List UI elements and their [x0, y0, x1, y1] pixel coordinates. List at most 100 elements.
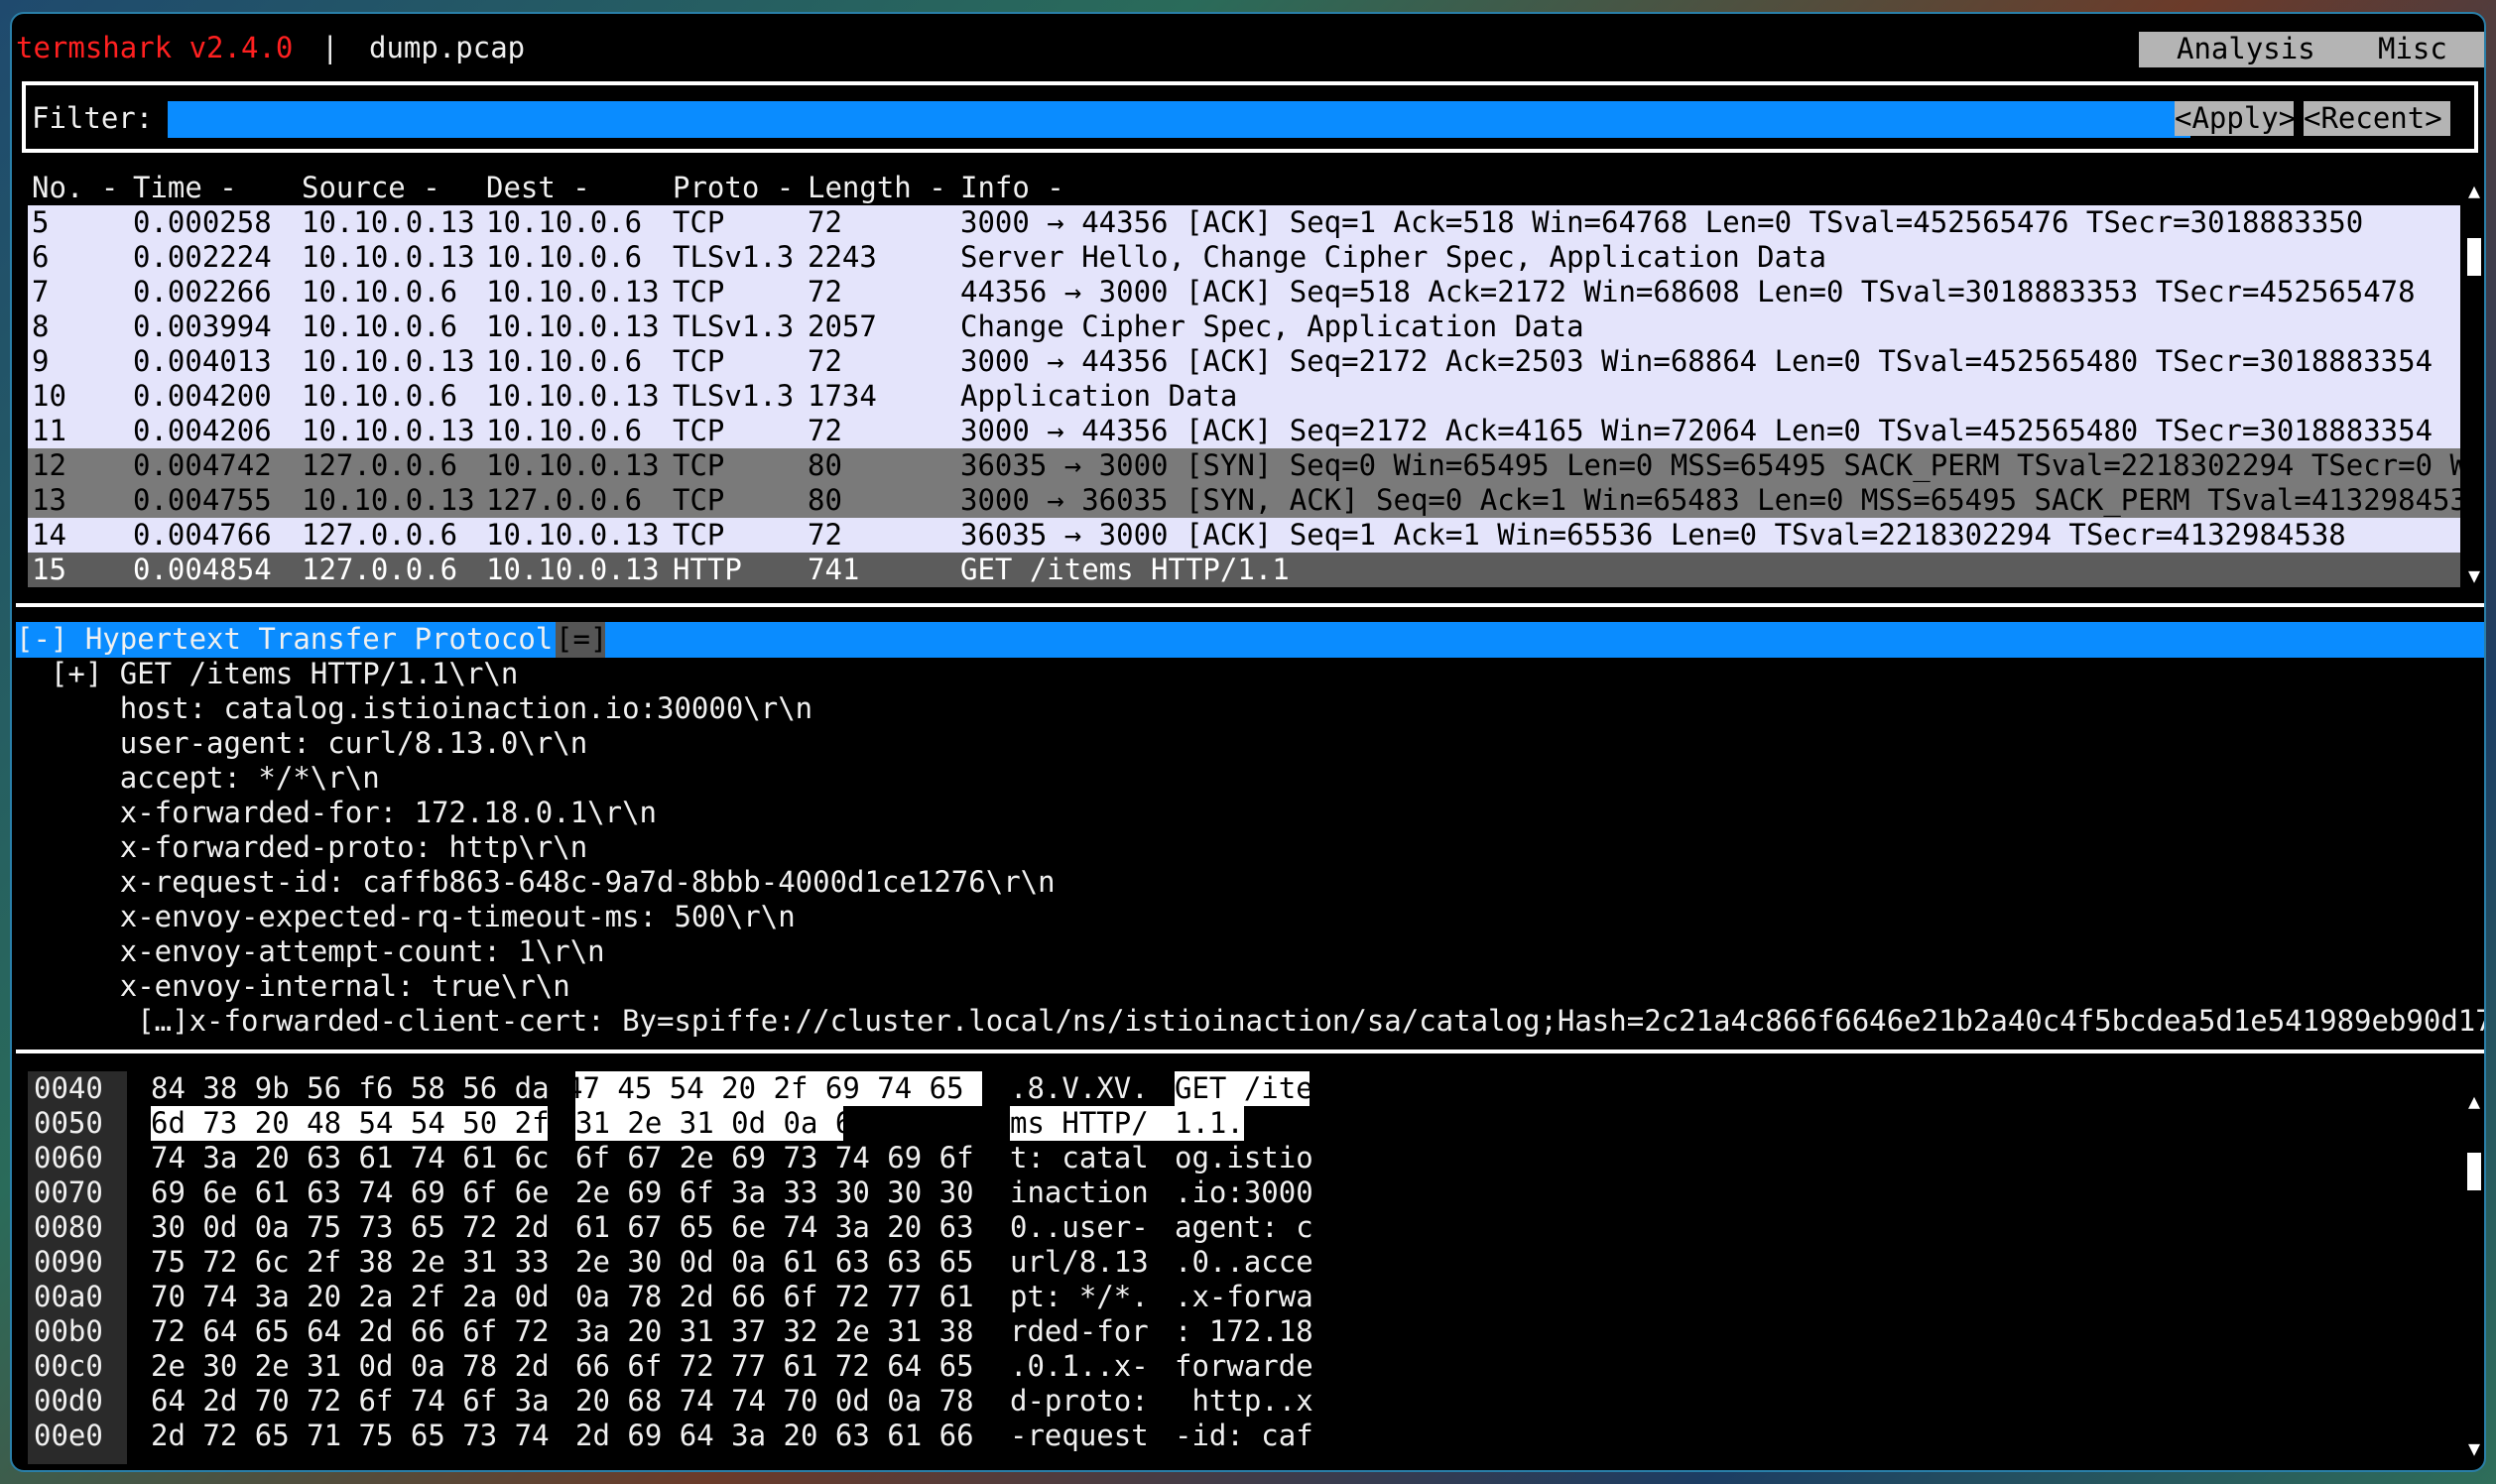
column-length[interactable]: Length - — [808, 171, 946, 205]
packet-row[interactable]: 9 0.004013 10.10.0.13 10.10.0.6 TCP 72 3… — [28, 344, 2460, 379]
detail-line[interactable]: x-envoy-attempt-count: 1\r\n — [16, 934, 605, 969]
ascii-b[interactable]: agent: c — [1175, 1210, 1313, 1245]
detail-line[interactable]: host: catalog.istioinaction.io:30000\r\n — [16, 691, 812, 726]
hex-bytes-a[interactable]: 72 64 65 64 2d 66 6f 72 — [151, 1314, 550, 1349]
packet-row[interactable]: 12 0.004742 127.0.0.6 10.10.0.13 TCP 80 … — [28, 448, 2484, 483]
packet-row[interactable]: 11 0.004206 10.10.0.13 10.10.0.6 TCP 72 … — [28, 414, 2460, 448]
detail-line[interactable]: [+] GET /items HTTP/1.1\r\n — [16, 657, 518, 691]
ascii-b[interactable]: og.istio — [1175, 1141, 1313, 1175]
packet-source: 127.0.0.6 — [302, 553, 458, 586]
packet-row[interactable]: 14 0.004766 127.0.0.6 10.10.0.13 TCP 72 … — [28, 518, 2460, 553]
hex-bytes-a[interactable]: 64 2d 70 72 6f 74 6f 3a — [151, 1384, 550, 1419]
packet-dest: 10.10.0.6 — [486, 344, 643, 378]
hex-bytes-a[interactable]: 2e 30 2e 31 0d 0a 78 2d — [151, 1349, 550, 1384]
hex-bytes-a[interactable]: 6d 73 20 48 54 54 50 2f — [151, 1106, 550, 1141]
detail-header-label[interactable]: [-] Hypertext Transfer Protocol — [16, 622, 553, 657]
hex-bytes-b[interactable]: 47 45 54 20 2f 69 74 65 — [565, 1071, 964, 1106]
hex-bytes-a[interactable]: 70 74 3a 20 2a 2f 2a 0d — [151, 1280, 550, 1314]
detail-line[interactable]: x-envoy-internal: true\r\n — [16, 969, 570, 1004]
hex-bytes-b[interactable]: 31 2e 31 0d 0a 68 6f 73 — [575, 1106, 974, 1141]
hex-bytes-b[interactable]: 6f 67 2e 69 73 74 69 6f — [575, 1141, 974, 1175]
column-no[interactable]: No. - — [32, 171, 118, 205]
packet-length: 741 — [808, 553, 860, 586]
packet-list-scrollbar-thumb[interactable] — [2467, 238, 2481, 276]
ascii-b[interactable]: GET /ite — [1175, 1071, 1313, 1106]
title-separator: | — [321, 31, 339, 64]
detail-line[interactable]: […]x-forwarded-client-cert: By=spiffe://… — [16, 1004, 2484, 1039]
detail-expand-toggle[interactable]: [=] — [556, 622, 607, 658]
column-source[interactable]: Source - — [302, 171, 440, 205]
ascii-a[interactable]: t: catal — [1010, 1141, 1149, 1175]
hex-bytes-b[interactable]: 61 67 65 6e 74 3a 20 63 — [575, 1210, 974, 1245]
hex-bytes-b[interactable]: 2e 69 6f 3a 33 30 30 30 — [575, 1175, 974, 1210]
packet-info: 3000 → 44356 [ACK] Seq=2172 Ack=4165 Win… — [960, 414, 2434, 447]
detail-line[interactable]: x-forwarded-for: 172.18.0.1\r\n — [16, 796, 657, 830]
scroll-down-arrow-icon[interactable]: ▼ — [2464, 565, 2484, 585]
column-dest[interactable]: Dest - — [486, 171, 590, 205]
filter-input[interactable] — [168, 101, 2190, 138]
hex-scrollbar-thumb[interactable] — [2467, 1153, 2481, 1190]
ascii-b[interactable]: 1.1..hos — [1175, 1106, 1313, 1141]
hex-bytes-b[interactable]: 0a 78 2d 66 6f 72 77 61 — [575, 1280, 974, 1314]
detail-line[interactable]: x-envoy-expected-rq-timeout-ms: 500\r\n — [16, 900, 796, 934]
detail-line[interactable]: user-agent: curl/8.13.0\r\n — [16, 726, 587, 761]
packet-info: 36035 → 3000 [ACK] Seq=1 Ack=1 Win=65536… — [960, 518, 2346, 552]
detail-line[interactable]: x-request-id: caffb863-648c-9a7d-8bbb-40… — [16, 865, 1056, 900]
terminal-window: termshark v2.4.0 | dump.pcap Analysis Mi… — [10, 12, 2486, 1472]
detail-line[interactable]: x-forwarded-proto: http\r\n — [16, 830, 587, 865]
ascii-a[interactable]: d-proto: — [1010, 1384, 1149, 1419]
ascii-a[interactable]: pt: */*. — [1010, 1280, 1149, 1314]
scroll-up-arrow-icon[interactable]: ▲ — [2464, 1091, 2484, 1111]
ascii-b[interactable]: .io:3000 — [1175, 1175, 1313, 1210]
hex-offset: 00e0 — [34, 1419, 103, 1452]
hex-offset: 0040 — [34, 1071, 103, 1105]
packet-row-selected[interactable]: 15 0.004854 127.0.0.6 10.10.0.13 HTTP 74… — [28, 553, 2460, 587]
ascii-a[interactable]: 0..user- — [1010, 1210, 1149, 1245]
detail-line[interactable]: accept: */*\r\n — [16, 761, 380, 796]
ascii-a[interactable]: url/8.13 — [1010, 1245, 1149, 1280]
menu-misc[interactable]: Misc — [2378, 32, 2447, 66]
ascii-b[interactable]: : 172.18 — [1175, 1314, 1313, 1349]
packet-row[interactable]: 13 0.004755 10.10.0.13 127.0.0.6 TCP 80 … — [28, 483, 2484, 518]
hex-bytes-b[interactable]: 66 6f 72 77 61 72 64 65 — [575, 1349, 974, 1384]
hex-bytes-b[interactable]: 2d 69 64 3a 20 63 61 66 — [575, 1419, 974, 1453]
ascii-b[interactable]: .x-forwa — [1175, 1280, 1313, 1314]
scroll-down-arrow-icon[interactable]: ▼ — [2464, 1438, 2484, 1458]
hex-bytes-b[interactable]: 20 68 74 74 70 0d 0a 78 — [575, 1384, 974, 1419]
scroll-up-arrow-icon[interactable]: ▲ — [2464, 181, 2484, 200]
hex-bytes-a[interactable]: 2d 72 65 71 75 65 73 74 — [151, 1419, 550, 1453]
menu-analysis[interactable]: Analysis — [2177, 32, 2315, 66]
packet-row[interactable]: 8 0.003994 10.10.0.6 10.10.0.13 TLSv1.3 … — [28, 309, 2460, 344]
ascii-b[interactable]: http..x — [1175, 1384, 1312, 1419]
ascii-b[interactable]: .0..acce — [1175, 1245, 1313, 1280]
ascii-a[interactable]: ms HTTP/ — [1010, 1106, 1149, 1141]
column-proto[interactable]: Proto - — [673, 171, 794, 205]
packet-length: 72 — [808, 205, 842, 239]
hex-bytes-a[interactable]: 84 38 9b 56 f6 58 56 da — [151, 1071, 550, 1106]
ascii-a[interactable]: rded-for — [1010, 1314, 1149, 1349]
ascii-b[interactable]: forwarde — [1175, 1349, 1313, 1384]
packet-row[interactable]: 5 0.000258 10.10.0.13 10.10.0.6 TCP 72 3… — [28, 205, 2460, 240]
hex-bytes-b[interactable]: 2e 30 0d 0a 61 63 63 65 — [575, 1245, 974, 1280]
packet-row[interactable]: 10 0.004200 10.10.0.6 10.10.0.13 TLSv1.3… — [28, 379, 2460, 414]
packet-row[interactable]: 6 0.002224 10.10.0.13 10.10.0.6 TLSv1.3 … — [28, 240, 2460, 275]
packet-length: 1734 — [808, 379, 877, 413]
packet-dest: 10.10.0.6 — [486, 240, 643, 274]
packet-row[interactable]: 7 0.002266 10.10.0.6 10.10.0.13 TCP 72 4… — [28, 275, 2460, 309]
ascii-a[interactable]: .8.V.XV. — [1010, 1071, 1149, 1106]
hex-bytes-a[interactable]: 75 72 6c 2f 38 2e 31 33 — [151, 1245, 550, 1280]
hex-bytes-a[interactable]: 30 0d 0a 75 73 65 72 2d — [151, 1210, 550, 1245]
ascii-a[interactable]: -request — [1010, 1419, 1149, 1453]
hex-bytes-a[interactable]: 69 6e 61 63 74 69 6f 6e — [151, 1175, 550, 1210]
pane-divider[interactable] — [16, 603, 2484, 607]
hex-bytes-a[interactable]: 74 3a 20 63 61 74 61 6c — [151, 1141, 550, 1175]
recent-button[interactable]: <Recent> — [2304, 101, 2450, 136]
column-info[interactable]: Info - — [960, 171, 1064, 205]
hex-bytes-b[interactable]: 3a 20 31 37 32 2e 31 38 — [575, 1314, 974, 1349]
ascii-a[interactable]: .0.1..x- — [1010, 1349, 1149, 1384]
ascii-b[interactable]: -id: caf — [1175, 1419, 1313, 1453]
pane-divider[interactable] — [16, 1050, 2484, 1053]
column-time[interactable]: Time - — [133, 171, 237, 205]
apply-button[interactable]: <Apply> — [2175, 101, 2296, 136]
ascii-a[interactable]: inaction — [1010, 1175, 1149, 1210]
